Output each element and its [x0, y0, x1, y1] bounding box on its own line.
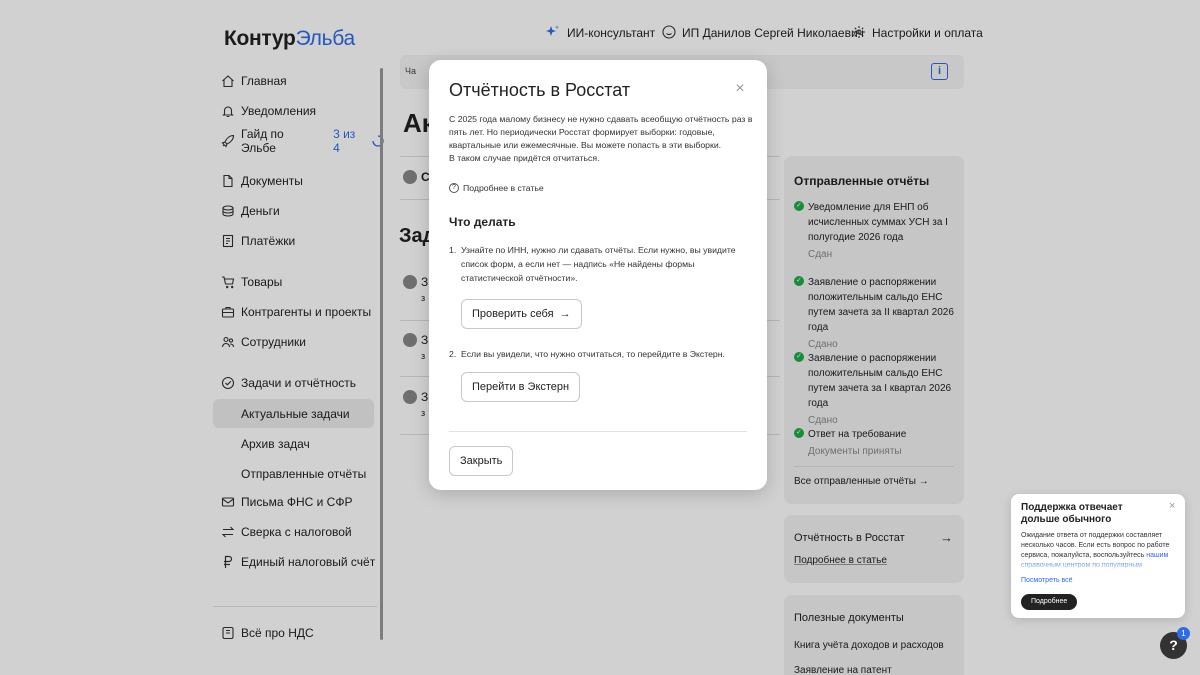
go-to-extern-button[interactable]: Перейти в Экстерн	[461, 372, 581, 402]
check-yourself-button[interactable]: Проверить себя →	[461, 299, 582, 329]
more-button[interactable]: Подробнее	[1021, 594, 1078, 610]
modal-paragraph: С 2025 года малому бизнесу не нужно сдав…	[449, 114, 753, 150]
close-icon[interactable]: ×	[1169, 500, 1175, 512]
step-number: 1.	[449, 245, 457, 255]
step-text: Если вы увидели, что нужно отчитаться, т…	[461, 349, 725, 359]
support-title: Поддержка отвечает дольше обычного	[1021, 502, 1123, 525]
modal-description: С 2025 года малому бизнесу не нужно сдав…	[449, 113, 754, 165]
more-in-article-link[interactable]: ? Подробнее в статье	[449, 183, 544, 193]
notification-badge: 1	[1177, 627, 1190, 640]
question-icon: ?	[449, 183, 459, 193]
close-icon[interactable]: ×	[733, 81, 747, 97]
check-yourself-label: Проверить себя	[472, 308, 554, 320]
support-notification: Поддержка отвечает дольше обычного × Ожи…	[1011, 494, 1185, 618]
modal-title: Отчётность в Росстат	[449, 80, 631, 100]
rosstat-modal: Отчётность в Росстат × С 2025 года малом…	[429, 60, 767, 490]
step-number: 2.	[449, 349, 457, 359]
modal-paragraph-2: В таком случае придётся отчитаться.	[449, 153, 600, 163]
go-to-extern-label: Перейти в Экстерн	[472, 381, 570, 393]
modal-divider	[449, 431, 747, 432]
what-to-do-heading: Что делать	[449, 215, 516, 229]
step-text: Узнайте по ИНН, нужно ли сдавать отчёты.…	[461, 245, 736, 283]
support-text-fade	[1021, 560, 1181, 572]
more-in-article-label: Подробнее в статье	[463, 183, 544, 193]
step-2: 2. Если вы увидели, что нужно отчитаться…	[449, 347, 749, 361]
step-1: 1. Узнайте по ИНН, нужно ли сдавать отчё…	[449, 243, 749, 285]
close-button-label: Закрыть	[460, 455, 503, 467]
see-all-link[interactable]: Посмотреть всё	[1021, 577, 1073, 584]
close-button[interactable]: Закрыть	[449, 446, 514, 476]
arrow-right-icon: →	[559, 308, 571, 320]
